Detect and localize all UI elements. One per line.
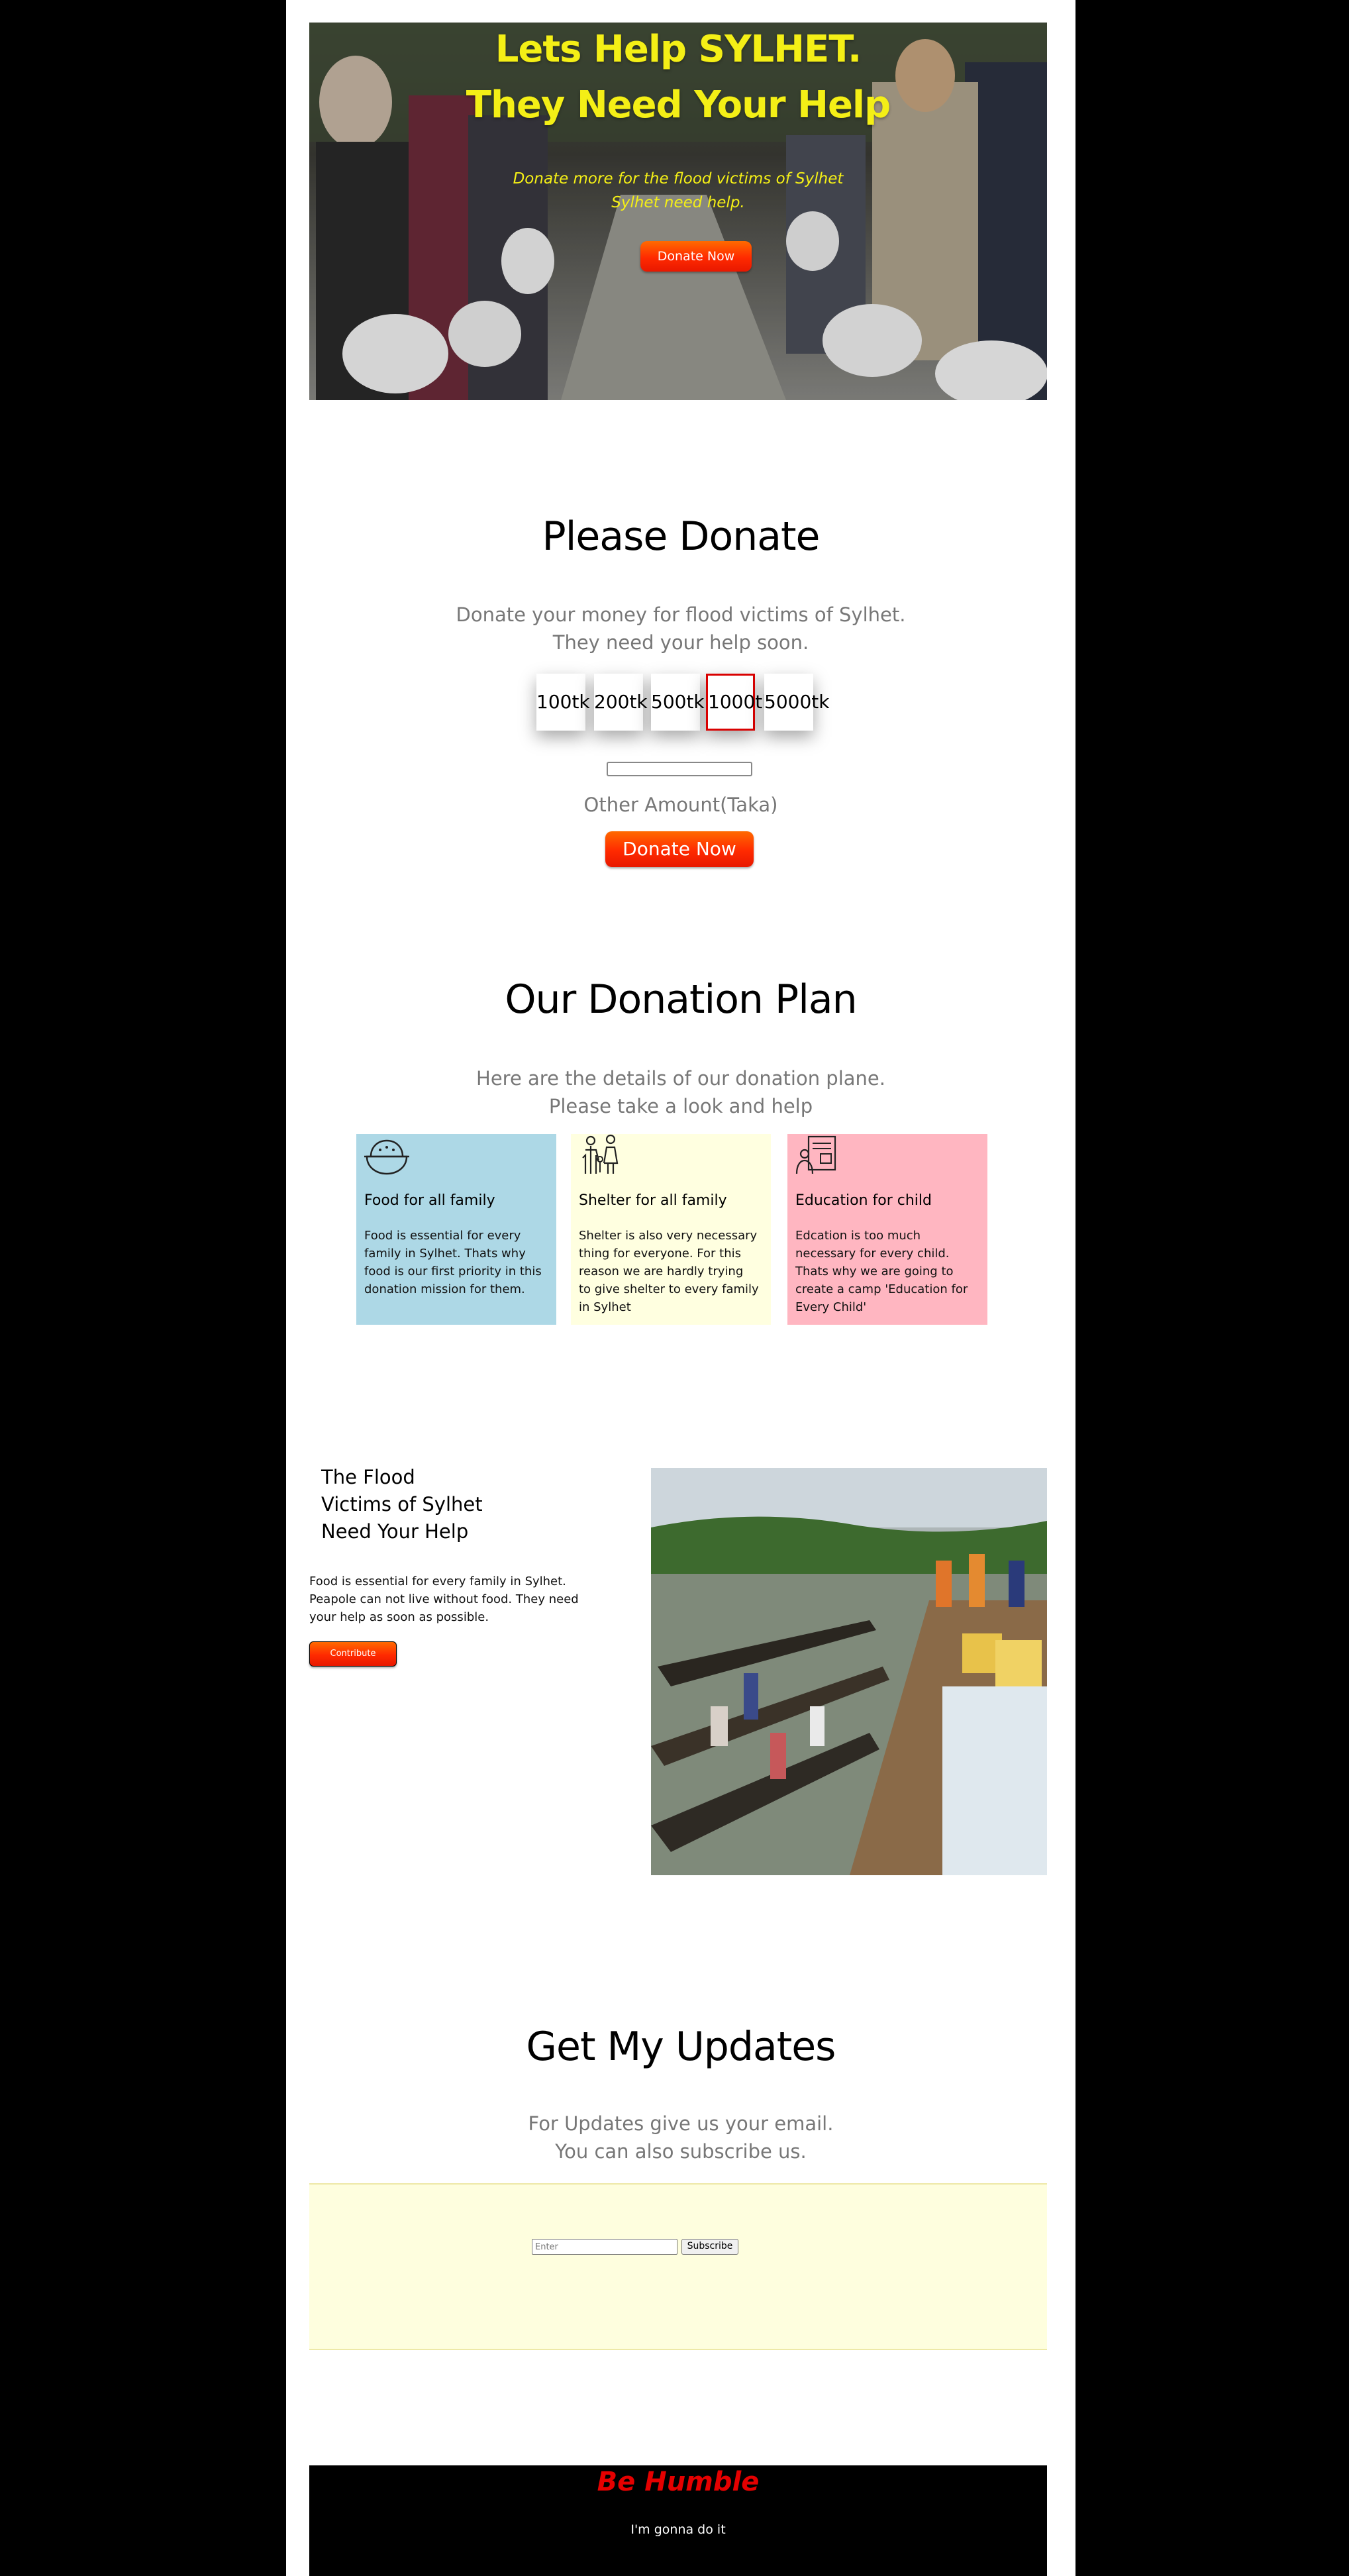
donate-desc-line2: They need your help soon. [552, 631, 809, 654]
plan-card-text: Edcation is too much necessary for every… [795, 1229, 968, 1314]
hero-subtitle-line1: Donate more for the flood victims of Syl… [513, 170, 844, 187]
flood-text: Food is essential for every family in Sy… [309, 1574, 579, 1624]
plan-desc-line2: Please take a look and help [548, 1095, 813, 1117]
amount-option-5000[interactable]: 5000tk [764, 674, 829, 731]
subscribe-button[interactable]: Subscribe [681, 2239, 738, 2255]
hero-banner: Lets Help SYLHET. They Need Your Help Do… [309, 23, 1047, 400]
flood-relief-photo [651, 1468, 1047, 1875]
footer-brand: Be Humble [597, 2467, 760, 2497]
education-icon [795, 1135, 836, 1174]
plan-card-education: Education for child Edcation is too much… [787, 1134, 987, 1325]
page: Lets Help SYLHET. They Need Your Help Do… [286, 0, 1075, 2576]
flood-title-line3: Need Your Help [321, 1520, 469, 1543]
flood-title: The Flood Victims of Sylhet Need Your He… [321, 1464, 483, 1545]
plan-heading: Our Donation Plan [505, 976, 857, 1023]
hero-title-line1: Lets Help SYLHET. [495, 28, 862, 71]
plan-desc-line1: Here are the details of our donation pla… [476, 1067, 885, 1090]
plan-card-shelter: Shelter for all family Shelter is also v… [571, 1134, 771, 1325]
hero-subtitle-line2: Sylhet need help. [611, 194, 745, 211]
donate-now-button[interactable]: Donate Now [605, 831, 754, 867]
amount-option-200[interactable]: 200tk [594, 674, 648, 731]
subscribe-box [309, 2183, 1047, 2350]
hero-title-line2: They Need Your Help [466, 83, 891, 127]
plan-card-text: Food is essential for every family in Sy… [364, 1229, 542, 1296]
footer: Be Humble I'm gonna do it [309, 2465, 1047, 2576]
contribute-button[interactable]: Contribute [309, 1641, 397, 1667]
plan-card-title: Shelter for all family [579, 1192, 727, 1209]
amount-option-100[interactable]: 100tk [536, 674, 590, 731]
donate-desc-line1: Donate your money for flood victims of S… [456, 603, 906, 626]
updates-desc-line2: You can also subscribe us. [555, 2140, 807, 2163]
updates-desc-line1: For Updates give us your email. [528, 2112, 834, 2135]
plan-card-title: Food for all family [364, 1192, 495, 1209]
email-input[interactable] [532, 2239, 677, 2255]
donate-heading: Please Donate [542, 513, 821, 560]
other-amount-input[interactable] [607, 762, 752, 776]
food-bowl-icon [364, 1139, 409, 1175]
family-icon [582, 1134, 619, 1174]
other-amount-label: Other Amount(Taka) [583, 794, 778, 816]
flood-title-line1: The Flood [321, 1466, 415, 1488]
plan-card-title: Education for child [795, 1192, 932, 1209]
amount-option-500[interactable]: 500tk [651, 674, 705, 731]
plan-card-text: Shelter is also very necessary thing for… [579, 1229, 759, 1314]
updates-heading: Get My Updates [526, 2024, 836, 2070]
plan-card-food: Food for all family Food is essential fo… [356, 1134, 556, 1325]
hero-donate-button[interactable]: Donate Now [640, 241, 752, 272]
flood-title-line2: Victims of Sylhet [321, 1493, 483, 1516]
amount-option-1000[interactable]: 1000tk [706, 674, 773, 731]
footer-tagline: I'm gonna do it [630, 2522, 726, 2537]
